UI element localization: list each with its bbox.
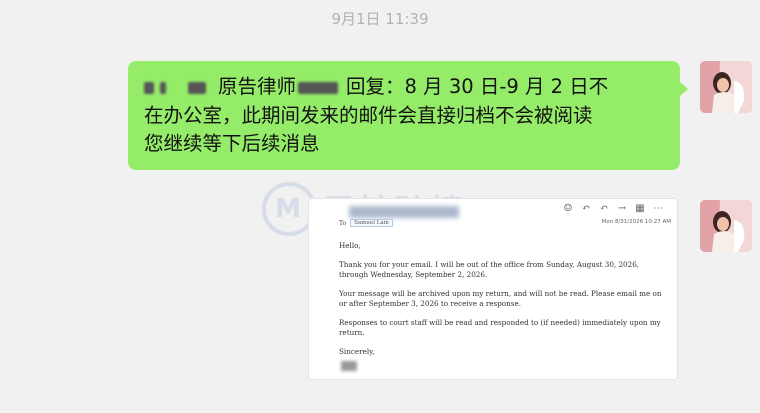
chat-timestamp: 9月1日 11:39 [331, 10, 429, 28]
message-text-suffix: 回复：8 月 30 日-9 月 2 日不 [346, 75, 609, 98]
mail-date: Mon 8/31/2026 10:27 AM [601, 219, 671, 225]
redacted-sender [349, 206, 459, 218]
message-bubble[interactable]: 原告律师 回复：8 月 30 日-9 月 2 日不 在办公室，此期间发来的邮件会直… [128, 61, 680, 170]
mail-to-recipient: Samuel Lam [350, 219, 393, 227]
message-line-3: 您继续等下后续消息 [144, 132, 320, 155]
bubble-tail [680, 82, 688, 96]
redacted-name [188, 81, 206, 94]
calendar-icon: ▦ [635, 203, 645, 214]
message-line-1: 原告律师 回复：8 月 30 日-9 月 2 日不 [144, 73, 666, 102]
reply-icon: ↶ [581, 203, 591, 214]
sender-avatar-1[interactable] [700, 61, 752, 113]
redacted-name [160, 81, 166, 94]
mail-paragraph: Thank you for your email. I will be out … [339, 260, 640, 279]
mail-toolbar: ☺ ↶ ↶ → ▦ ⋯ [563, 203, 663, 214]
message-text-prefix: 原告律师 [218, 75, 297, 98]
mail-paragraph: Your message will be archived upon my re… [339, 289, 662, 308]
emoji-icon: ☺ [563, 203, 573, 214]
mail-paragraph: Responses to court staff will be read an… [339, 318, 661, 337]
avatar-photo-icon [700, 61, 752, 113]
mail-to-label: To [339, 219, 347, 227]
mail-body: Hello, Thank you for your email. I will … [339, 241, 664, 366]
mail-closing: Sincerely, [339, 347, 375, 356]
reply-all-icon: ↶ [599, 203, 609, 214]
mail-to-row: To Samuel Lam [339, 219, 393, 227]
email-image-message[interactable]: ☺ ↶ ↶ → ▦ ⋯ To Samuel Lam Mon 8/31/2026 … [308, 198, 678, 380]
mail-greeting: Hello, [339, 241, 361, 250]
forward-icon: → [617, 203, 627, 214]
more-icon: ⋯ [653, 203, 663, 214]
message-line-2: 在办公室，此期间发来的邮件会直接归档不会被阅读 [144, 103, 593, 127]
redacted-name [298, 81, 339, 94]
redacted-name [144, 81, 154, 94]
sender-avatar-2[interactable] [700, 200, 752, 252]
redacted-signature [341, 361, 357, 371]
avatar-photo-icon [700, 200, 752, 252]
